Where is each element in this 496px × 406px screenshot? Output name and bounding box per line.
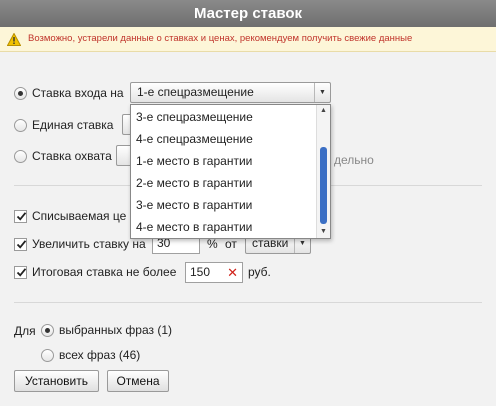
scroll-down-icon[interactable]: ▼: [317, 226, 330, 238]
clear-icon[interactable]: ✕: [227, 263, 238, 282]
max-bid-checkbox[interactable]: [14, 265, 27, 279]
scrollbar-thumb[interactable]: [320, 147, 327, 224]
increase-bid-checkbox[interactable]: [14, 237, 27, 251]
dropdown-scrollbar[interactable]: ▲ ▼: [316, 105, 330, 238]
apply-button[interactable]: Установить: [14, 370, 99, 392]
percent-sign: %: [207, 237, 218, 251]
dropdown-option[interactable]: 3-е спецразмещение: [136, 110, 253, 124]
dropdown-option[interactable]: 2-е место в гарантии: [136, 176, 252, 190]
entry-position-select[interactable]: 1-е спецразмещение ▼: [130, 82, 331, 103]
window-title: Мастер ставок: [0, 0, 496, 27]
single-bid-row[interactable]: Единая ставка: [14, 118, 113, 132]
entry-position-dropdown[interactable]: 3-е спецразмещение 4-е спецразмещение 1-…: [130, 104, 331, 239]
debit-price-label: Списываемая це: [32, 209, 127, 223]
checkmark-icon: [16, 211, 27, 221]
entry-position-value: 1-е спецразмещение: [137, 85, 254, 99]
checkmark-icon: [16, 239, 27, 249]
coverage-bid-label: Ставка охвата: [32, 149, 112, 163]
increase-bid-row[interactable]: Увеличить ставку на: [14, 237, 146, 251]
scroll-up-icon[interactable]: ▲: [317, 105, 330, 117]
checkmark-icon: [16, 267, 27, 277]
scope-all-label: всех фраз (46): [59, 348, 141, 362]
max-bid-row[interactable]: Итоговая ставка не более: [14, 265, 176, 279]
dropdown-option[interactable]: 4-е спецразмещение: [136, 132, 253, 146]
scope-selected-label: выбранных фраз (1): [59, 323, 173, 337]
currency-label: руб.: [248, 265, 271, 279]
divider: [14, 302, 482, 303]
single-bid-radio[interactable]: [14, 118, 27, 132]
max-bid-input[interactable]: 150 ✕: [185, 262, 243, 283]
single-bid-label: Единая ставка: [32, 118, 114, 132]
debit-price-checkbox[interactable]: [14, 209, 27, 223]
entry-bid-label: Ставка входа на: [32, 86, 124, 100]
dropdown-option[interactable]: 1-е место в гарантии: [136, 154, 252, 168]
coverage-bid-row[interactable]: Ставка охвата: [14, 149, 112, 163]
scope-all-row[interactable]: всех фраз (46): [41, 348, 140, 362]
increase-bid-label: Увеличить ставку на: [32, 237, 146, 251]
warning-text: Возможно, устарели данные о ставках и це…: [28, 33, 413, 44]
scope-all-radio[interactable]: [41, 348, 54, 362]
scope-selected-radio[interactable]: [41, 323, 54, 337]
chevron-down-icon[interactable]: ▼: [314, 83, 330, 102]
max-bid-value: 150: [190, 265, 211, 279]
dropdown-option[interactable]: 4-е место в гарантии: [136, 220, 252, 234]
scope-for-label: Для: [14, 324, 36, 338]
cancel-button[interactable]: Отмена: [107, 370, 169, 392]
warning-icon: [7, 33, 21, 46]
max-bid-label: Итоговая ставка не более: [32, 265, 177, 279]
warning-banner: Возможно, устарели данные о ставках и це…: [0, 27, 496, 52]
coverage-bid-radio[interactable]: [14, 149, 27, 163]
debit-price-row[interactable]: Списываемая це: [14, 209, 126, 223]
entry-bid-radio[interactable]: [14, 86, 27, 100]
dropdown-option[interactable]: 3-е место в гарантии: [136, 198, 252, 212]
from-label: от: [225, 237, 237, 251]
scope-selected-row[interactable]: выбранных фраз (1): [41, 323, 172, 337]
coverage-separately-label: дельно: [334, 153, 374, 167]
entry-bid-row[interactable]: Ставка входа на: [14, 86, 124, 100]
